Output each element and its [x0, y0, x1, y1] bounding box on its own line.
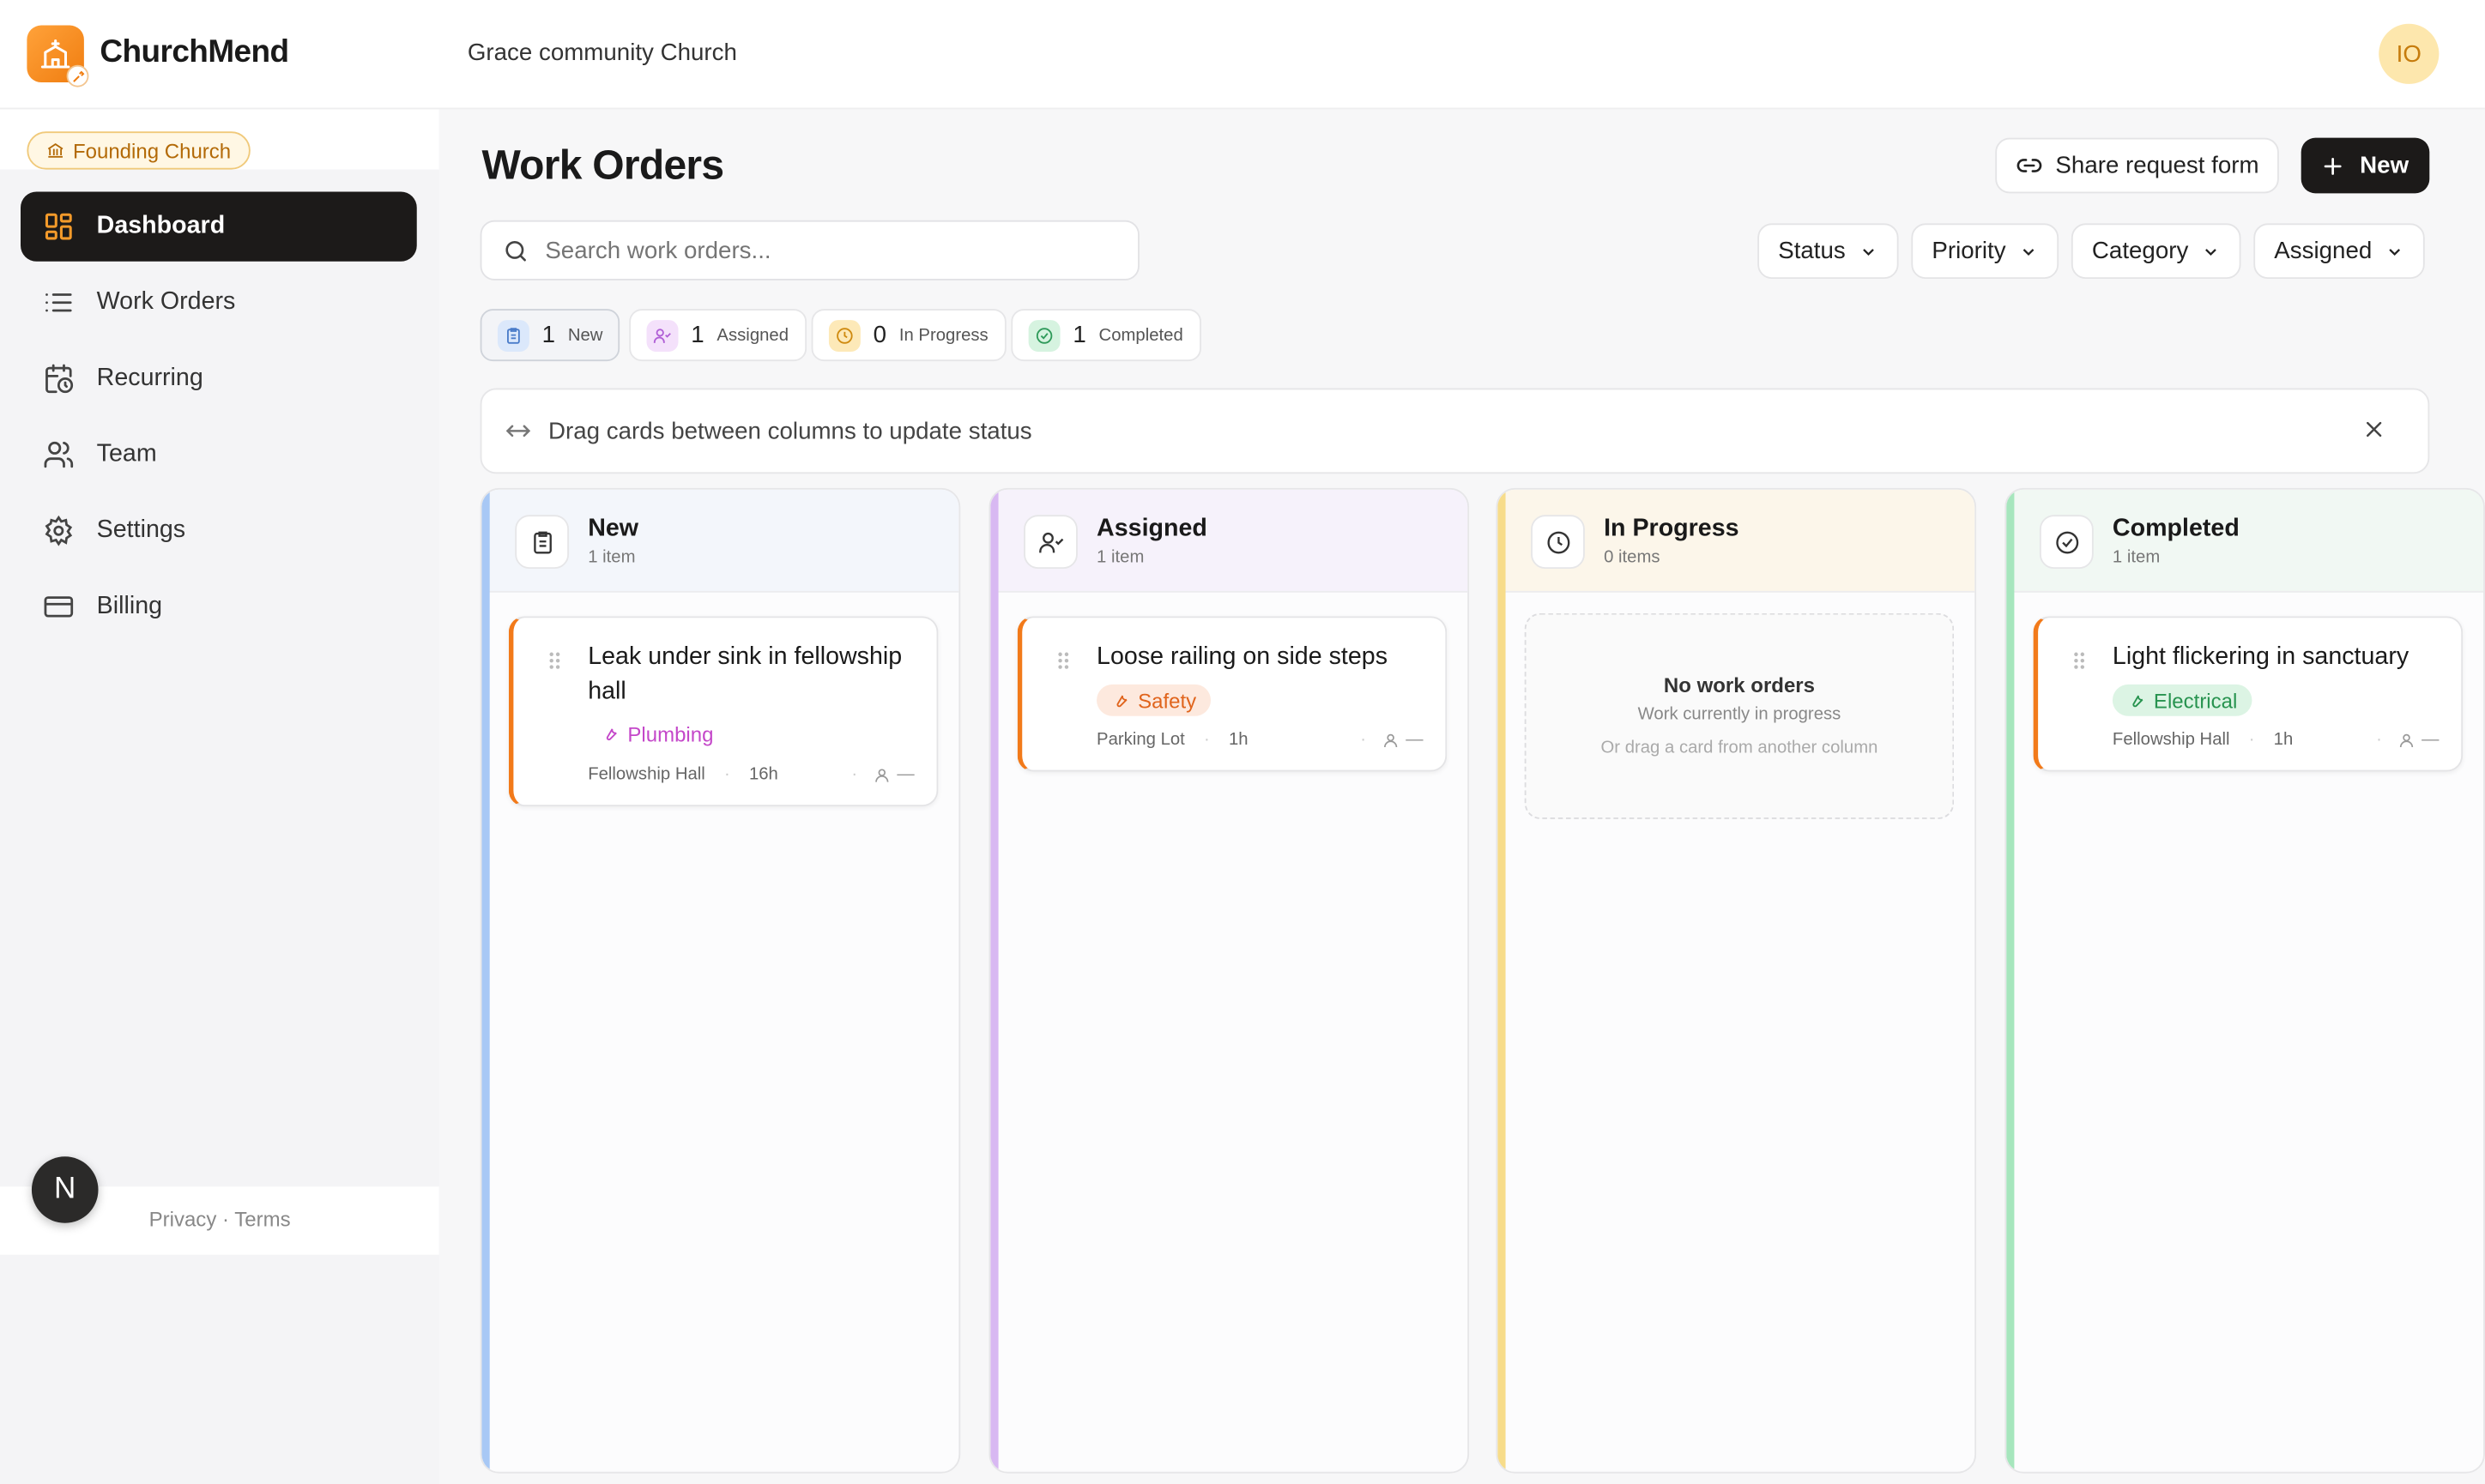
column-title: Completed [2112, 515, 2240, 542]
brand-name: ChurchMend [100, 34, 289, 70]
chevron-down-icon [2204, 248, 2216, 256]
check-circle-icon [1028, 319, 1061, 352]
chevron-down-icon [2388, 248, 2400, 256]
empty-column-placeholder: No work orders Work currently in progres… [1524, 612, 1955, 819]
clipboard-icon [497, 319, 529, 352]
grid-icon [45, 213, 72, 240]
user-avatar[interactable]: IO [2379, 23, 2440, 84]
close-icon[interactable] [2361, 417, 2387, 449]
drag-handle-icon[interactable] [1057, 649, 1070, 678]
sidebar-item-recurring[interactable]: Recurring [21, 344, 417, 413]
users-icon [44, 441, 74, 468]
card-title: Light flickering in sanctuary [2112, 642, 2409, 671]
column-completed: Completed 1 item Light flickering in san… [2004, 487, 2485, 1474]
sidebar-item-billing[interactable]: Billing [21, 572, 417, 642]
search-icon [505, 240, 526, 261]
clock-icon [828, 319, 861, 352]
sidebar-item-work-orders[interactable]: Work Orders [21, 268, 417, 337]
gear-icon [45, 515, 73, 546]
check-circle-icon [2039, 515, 2094, 570]
drag-hint-banner: Drag cards between columns to update sta… [480, 388, 2430, 474]
assigned-filter[interactable]: Assigned [2253, 223, 2425, 280]
user-check-icon [646, 319, 679, 352]
sidebar: Founding Church Dashboard Work Orders Re… [0, 109, 439, 1484]
column-count: 1 item [1097, 548, 1145, 568]
app-root: ChurchMend Grace community Church IO Fou… [0, 0, 2485, 1484]
card-meta: Fellowship Hall · 1h [2112, 730, 2294, 750]
work-order-card[interactable]: Leak under sink in fellowship hall Plumb… [508, 616, 939, 807]
share-request-form-button[interactable]: Share request form [1995, 137, 2280, 194]
founding-church-badge: Founding Church [27, 131, 251, 170]
top-bar: ChurchMend Grace community Church IO [0, 0, 2485, 110]
card-assignee: · — [1360, 730, 1424, 750]
calendar-clock-icon [45, 364, 74, 394]
stat-chip-new[interactable]: 1 New [480, 309, 620, 362]
column-assigned: Assigned 1 item Loose railing on side st… [989, 487, 1470, 1474]
stat-chip-assigned[interactable]: 1 Assigned [629, 309, 807, 362]
user-icon [2399, 733, 2414, 747]
priority-filter[interactable]: Priority [1911, 223, 2059, 280]
sidebar-item-team[interactable]: Team [21, 419, 417, 489]
n-badge[interactable]: N [31, 1156, 99, 1223]
wrench-icon [606, 728, 617, 741]
arrows-horizontal-icon [505, 425, 531, 437]
stat-chip-in-progress[interactable]: 0 In Progress [811, 309, 1007, 362]
status-filter[interactable]: Status [1757, 223, 1898, 280]
list-icon [45, 293, 72, 312]
drag-handle-icon[interactable] [2073, 649, 2086, 678]
user-icon [875, 768, 889, 781]
privacy-terms-links[interactable]: Privacy · Terms [149, 1207, 291, 1231]
category-filter[interactable]: Category [2071, 223, 2241, 280]
new-work-order-button[interactable]: New [2301, 137, 2430, 194]
card-meta: Parking Lot · 1h [1097, 730, 1249, 750]
stat-chip-completed[interactable]: 1 Completed [1011, 309, 1201, 362]
column-count: 1 item [2112, 548, 2161, 568]
card-title: Leak under sink in fellowship hall [588, 642, 903, 705]
category-tag: Plumbing [588, 718, 728, 750]
plus-icon [2324, 157, 2342, 174]
church-logo-icon[interactable] [27, 25, 89, 87]
link-icon [2016, 159, 2042, 172]
clock-icon [1531, 515, 1585, 570]
sidebar-item-dashboard[interactable]: Dashboard [21, 191, 417, 262]
wrench-badge-icon [66, 64, 89, 87]
column-count: 0 items [1604, 548, 1660, 568]
wrench-icon [2132, 695, 2143, 708]
drag-handle-icon[interactable] [548, 649, 561, 678]
clipboard-icon [515, 515, 570, 570]
search-input[interactable] [545, 237, 1085, 264]
church-name: Grace community Church [467, 39, 737, 67]
work-order-card[interactable]: Light flickering in sanctuary Electrical… [2033, 616, 2464, 772]
category-tag: Safety [1097, 684, 1211, 716]
column-count: 1 item [588, 548, 636, 568]
chevron-down-icon [2022, 248, 2034, 256]
search-box [480, 220, 1140, 281]
card-assignee: · — [2376, 730, 2440, 750]
column-new: New 1 item Leak under sink in fellowship… [480, 487, 961, 1474]
bank-icon [47, 142, 63, 158]
column-title: Assigned [1097, 515, 1207, 542]
user-check-icon [1024, 515, 1078, 570]
sidebar-item-settings[interactable]: Settings [21, 496, 417, 565]
credit-card-icon [44, 596, 74, 618]
page-title: Work Orders [481, 141, 724, 189]
wrench-icon [1116, 695, 1128, 708]
category-tag: Electrical [2112, 684, 2252, 716]
user-icon [1384, 733, 1398, 747]
column-title: New [588, 515, 639, 542]
column-title: In Progress [1604, 515, 1739, 542]
work-order-card[interactable]: Loose railing on side steps Safety Parki… [1017, 616, 1448, 772]
chevron-down-icon [1862, 248, 1873, 256]
column-in-progress: In Progress 0 items No work orders Work … [1496, 487, 1977, 1474]
card-title: Loose railing on side steps [1097, 642, 1388, 671]
card-meta: Fellowship Hall · 16h [588, 765, 778, 785]
card-assignee: · — [851, 765, 915, 785]
